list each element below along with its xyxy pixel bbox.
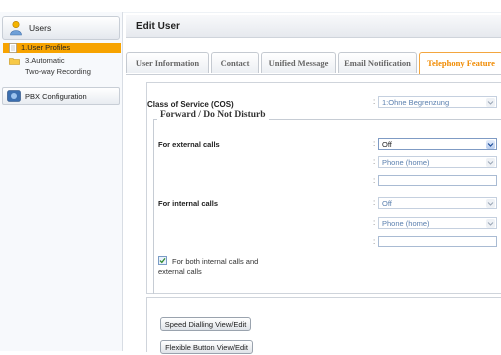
colon-separator: : bbox=[373, 97, 376, 106]
tab-email-notification[interactable]: Email Notification bbox=[338, 52, 417, 73]
tab-unified-message[interactable]: Unified Message bbox=[261, 52, 336, 73]
internal-calls-label: For internal calls bbox=[158, 199, 219, 208]
external-calls-mode-select[interactable]: Off bbox=[378, 138, 497, 150]
colon-separator: : bbox=[373, 139, 376, 148]
page-header: Edit User bbox=[126, 15, 501, 38]
external-calls-destination-value: Phone (home) bbox=[382, 158, 430, 167]
colon-separator: : bbox=[373, 176, 376, 185]
internal-calls-number-input[interactable] bbox=[378, 236, 497, 247]
internal-calls-destination-value: Phone (home) bbox=[382, 219, 430, 228]
colon-separator: : bbox=[373, 157, 376, 166]
colon-separator: : bbox=[373, 218, 376, 227]
page-title: Edit User bbox=[136, 21, 180, 32]
sidebar-item-label: 1.User Profiles bbox=[21, 43, 71, 52]
chevron-down-icon bbox=[486, 140, 495, 149]
colon-separator: : bbox=[373, 237, 376, 246]
speed-dialling-button[interactable]: Speed Dialling View/Edit bbox=[160, 317, 251, 331]
chevron-down-icon bbox=[486, 98, 495, 107]
external-calls-number-input[interactable] bbox=[378, 175, 497, 186]
sidebar-section-users-label: Users bbox=[29, 23, 52, 33]
sidebar-item-automatic-recording[interactable]: 3.Automatic Two-way Recording bbox=[3, 55, 121, 81]
users-icon bbox=[10, 20, 22, 36]
tab-telephony-feature[interactable]: Telephony Feature bbox=[419, 52, 501, 74]
chevron-down-icon bbox=[486, 199, 495, 208]
external-calls-destination-select[interactable]: Phone (home) bbox=[378, 156, 497, 168]
checkmark-icon bbox=[159, 257, 166, 264]
cos-label: Class of Service (COS) bbox=[147, 100, 234, 109]
both-calls-label: For both internal calls and bbox=[172, 257, 259, 266]
pbx-icon bbox=[7, 90, 21, 102]
sidebar-item-label: 3.Automatic bbox=[25, 56, 65, 65]
tab-user-information[interactable]: User Information bbox=[126, 52, 209, 73]
sidebar-item-label-line2: Two-way Recording bbox=[25, 67, 91, 76]
flexible-button-button[interactable]: Flexible Button View/Edit bbox=[160, 340, 253, 354]
colon-separator: : bbox=[373, 198, 376, 207]
internal-calls-mode-select[interactable]: Off bbox=[378, 197, 497, 209]
chevron-down-icon bbox=[486, 219, 495, 228]
both-calls-label-line2: external calls bbox=[158, 267, 202, 276]
folder-icon bbox=[9, 58, 20, 65]
cos-select[interactable]: 1:Ohne Begrenzung bbox=[378, 96, 497, 108]
sidebar-section-users[interactable]: Users bbox=[2, 16, 120, 40]
forward-dnd-legend: Forward / Do Not Disturb bbox=[157, 110, 269, 120]
both-calls-checkbox[interactable] bbox=[158, 256, 167, 265]
sidebar-section-pbx-label: PBX Configuration bbox=[25, 92, 87, 101]
sidebar-section-pbx-configuration[interactable]: PBX Configuration bbox=[2, 87, 120, 105]
sidebar-item-user-profiles[interactable]: 1.User Profiles bbox=[3, 43, 121, 53]
sidebar: Users 1.User Profiles 3.Automatic Two-wa… bbox=[0, 12, 123, 351]
cos-select-value: 1:Ohne Begrenzung bbox=[382, 98, 450, 107]
telephony-settings-panel: Class of Service (COS) : 1:Ohne Begrenzu… bbox=[146, 82, 501, 294]
chevron-down-icon bbox=[486, 158, 495, 167]
internal-calls-mode-value: Off bbox=[382, 199, 392, 208]
tab-contact[interactable]: Contact bbox=[211, 52, 259, 73]
feature-buttons-panel: Speed Dialling View/Edit Flexible Button… bbox=[146, 297, 501, 354]
external-calls-mode-value: Off bbox=[382, 140, 392, 149]
internal-calls-destination-select[interactable]: Phone (home) bbox=[378, 217, 497, 229]
document-icon bbox=[9, 43, 17, 53]
external-calls-label: For external calls bbox=[158, 140, 220, 149]
tab-bar: User Information Contact Unified Message… bbox=[126, 52, 501, 75]
